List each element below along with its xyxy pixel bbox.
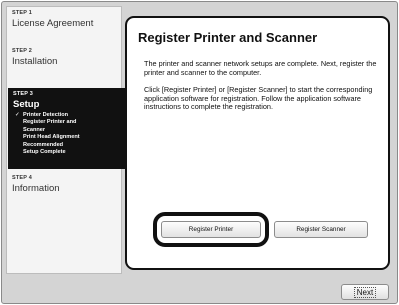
step-3-number: STEP 3 bbox=[13, 91, 34, 97]
subitem-printer-detection: ✓ Printer Detection bbox=[15, 112, 69, 118]
step-4-label: Information bbox=[12, 183, 60, 194]
step-3-active: STEP 3 Setup ✓ Printer Detection Registe… bbox=[8, 88, 126, 169]
step-2: STEP 2 Installation bbox=[12, 48, 120, 67]
step-3-label: Setup bbox=[13, 99, 40, 110]
register-scanner-button[interactable]: Register Scanner bbox=[274, 221, 368, 238]
subitem-print-head-alignment: Print Head Alignment bbox=[23, 134, 80, 141]
step-1-label: License Agreement bbox=[12, 18, 94, 29]
subitem-recommended: Recommended bbox=[23, 141, 64, 148]
step-4: STEP 4 Information bbox=[12, 175, 120, 194]
subitem-scanner: Scanner bbox=[23, 126, 46, 133]
page-title: Register Printer and Scanner bbox=[138, 30, 318, 45]
next-button-label: Next bbox=[353, 286, 377, 298]
next-button[interactable]: Next bbox=[341, 284, 389, 300]
steps-sidebar: STEP 1 License Agreement STEP 2 Installa… bbox=[6, 6, 126, 274]
step-1-number: STEP 1 bbox=[12, 10, 33, 16]
step-2-number: STEP 2 bbox=[12, 48, 33, 54]
step-4-number: STEP 4 bbox=[12, 175, 33, 181]
check-icon: ✓ bbox=[15, 112, 20, 118]
installer-window: STEP 1 License Agreement STEP 2 Installa… bbox=[1, 1, 398, 304]
register-printer-button[interactable]: Register Printer bbox=[161, 221, 261, 238]
step-1: STEP 1 License Agreement bbox=[12, 10, 120, 29]
step-2-label: Installation bbox=[12, 56, 58, 67]
step-3-subitems: ✓ Printer Detection Register Printer and… bbox=[13, 112, 126, 156]
subitem-register-printer: Register Printer and bbox=[23, 119, 77, 126]
instruction-paragraph: Click [Register Printer] or [Register Sc… bbox=[144, 85, 373, 112]
subitem-setup-complete: Setup Complete bbox=[23, 149, 66, 156]
intro-paragraph: The printer and scanner network setups a… bbox=[144, 59, 377, 77]
